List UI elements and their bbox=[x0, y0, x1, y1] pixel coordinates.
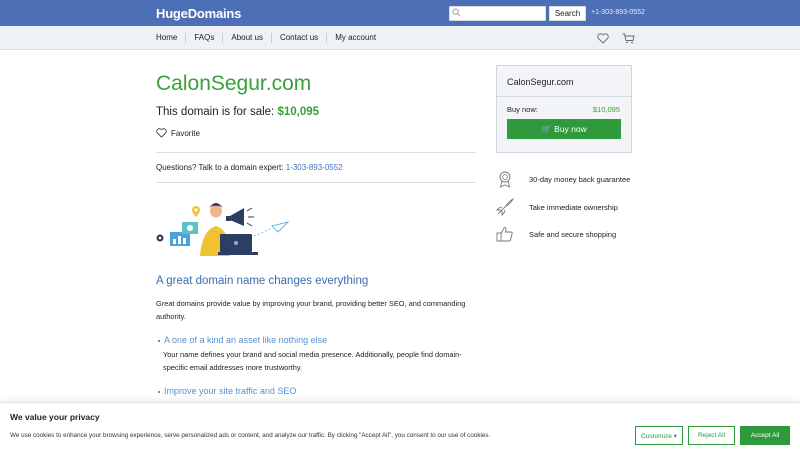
bullet-text: Your name defines your brand and social … bbox=[163, 350, 462, 372]
medal-icon bbox=[499, 171, 511, 188]
bullet-title: A one of a kind an asset like nothing el… bbox=[158, 335, 327, 345]
bullet-title-text: A one of a kind an asset like nothing el… bbox=[164, 335, 328, 345]
cookie-text: We use cookies to enhance your browsing … bbox=[10, 432, 491, 439]
nav-links: Home FAQs About us Contact us My account bbox=[156, 33, 384, 43]
questions-prefix: Questions? Talk to a domain expert: bbox=[156, 163, 286, 172]
logo[interactable]: HugeDomains bbox=[156, 6, 241, 21]
search-button[interactable]: Search bbox=[549, 6, 586, 21]
accept-all-button[interactable]: Accept All bbox=[740, 426, 790, 445]
nav-item-my-account[interactable]: My account bbox=[326, 33, 384, 43]
nav-bar: Home FAQs About us Contact us My account bbox=[0, 26, 800, 50]
reject-all-button[interactable]: Reject All bbox=[688, 426, 735, 445]
purchase-domain: CalonSegur.com bbox=[507, 77, 574, 87]
cart-icon[interactable] bbox=[622, 33, 635, 44]
feature-ownership: Take immediate ownership bbox=[496, 198, 656, 218]
feature-text: 30-day money back guarantee bbox=[529, 175, 631, 184]
domain-title: CalonSegur.com bbox=[156, 72, 312, 95]
bullet-title: Improve your site traffic and SEO bbox=[158, 386, 296, 396]
divider bbox=[156, 152, 476, 153]
search-icon bbox=[452, 8, 461, 17]
thumbs-up-icon bbox=[496, 227, 513, 242]
person-megaphone-illustration bbox=[156, 203, 290, 256]
cookie-banner: We value your privacy We use cookies to … bbox=[0, 402, 800, 450]
favorite-button[interactable]: Favorite bbox=[171, 129, 200, 138]
expert-phone-link[interactable]: 1-303-893-0552 bbox=[286, 163, 343, 172]
rocket-icon bbox=[496, 198, 514, 216]
nav-item-home[interactable]: Home bbox=[156, 33, 185, 43]
sale-price: $10,095 bbox=[277, 106, 320, 118]
divider bbox=[156, 182, 476, 183]
headline: A great domain name changes everything bbox=[156, 275, 369, 287]
bullet-title-text: Improve your site traffic and SEO bbox=[164, 386, 297, 396]
nav-item-faqs[interactable]: FAQs bbox=[185, 33, 222, 43]
sale-prefix: This domain is for sale: bbox=[156, 106, 278, 118]
questions-line: Questions? Talk to a domain expert: 1-30… bbox=[156, 163, 343, 172]
feature-text: Safe and secure shopping bbox=[529, 230, 617, 239]
description: Great domains provide value by improving… bbox=[156, 299, 466, 321]
bullet-dot bbox=[158, 390, 160, 393]
sale-line: This domain is for sale: $10,095 bbox=[156, 106, 319, 118]
feature-text: Take immediate ownership bbox=[529, 203, 618, 212]
top-header: HugeDomains Search +1-303-893-0552 bbox=[0, 0, 800, 26]
nav-item-contact-us[interactable]: Contact us bbox=[270, 33, 326, 43]
heart-icon[interactable] bbox=[597, 33, 609, 44]
buy-now-price: $10,095 bbox=[592, 105, 620, 114]
purchase-box: CalonSegur.com Buy now: $10,095 🛒 Buy no… bbox=[496, 65, 632, 153]
feature-secure: Safe and secure shopping bbox=[496, 225, 656, 245]
divider bbox=[497, 96, 631, 97]
feature-money-back: 30-day money back guarantee bbox=[496, 170, 656, 190]
customize-button[interactable]: Customize ▾ bbox=[635, 426, 683, 445]
heart-icon[interactable] bbox=[156, 128, 167, 138]
buy-now-label: Buy now: bbox=[507, 105, 538, 114]
bullet-dot bbox=[158, 339, 160, 342]
search-input[interactable] bbox=[449, 6, 546, 21]
buy-now-button[interactable]: 🛒 Buy now bbox=[507, 119, 621, 139]
header-phone[interactable]: +1-303-893-0552 bbox=[591, 9, 645, 16]
cookie-title: We value your privacy bbox=[10, 412, 100, 422]
nav-item-about-us[interactable]: About us bbox=[222, 33, 271, 43]
